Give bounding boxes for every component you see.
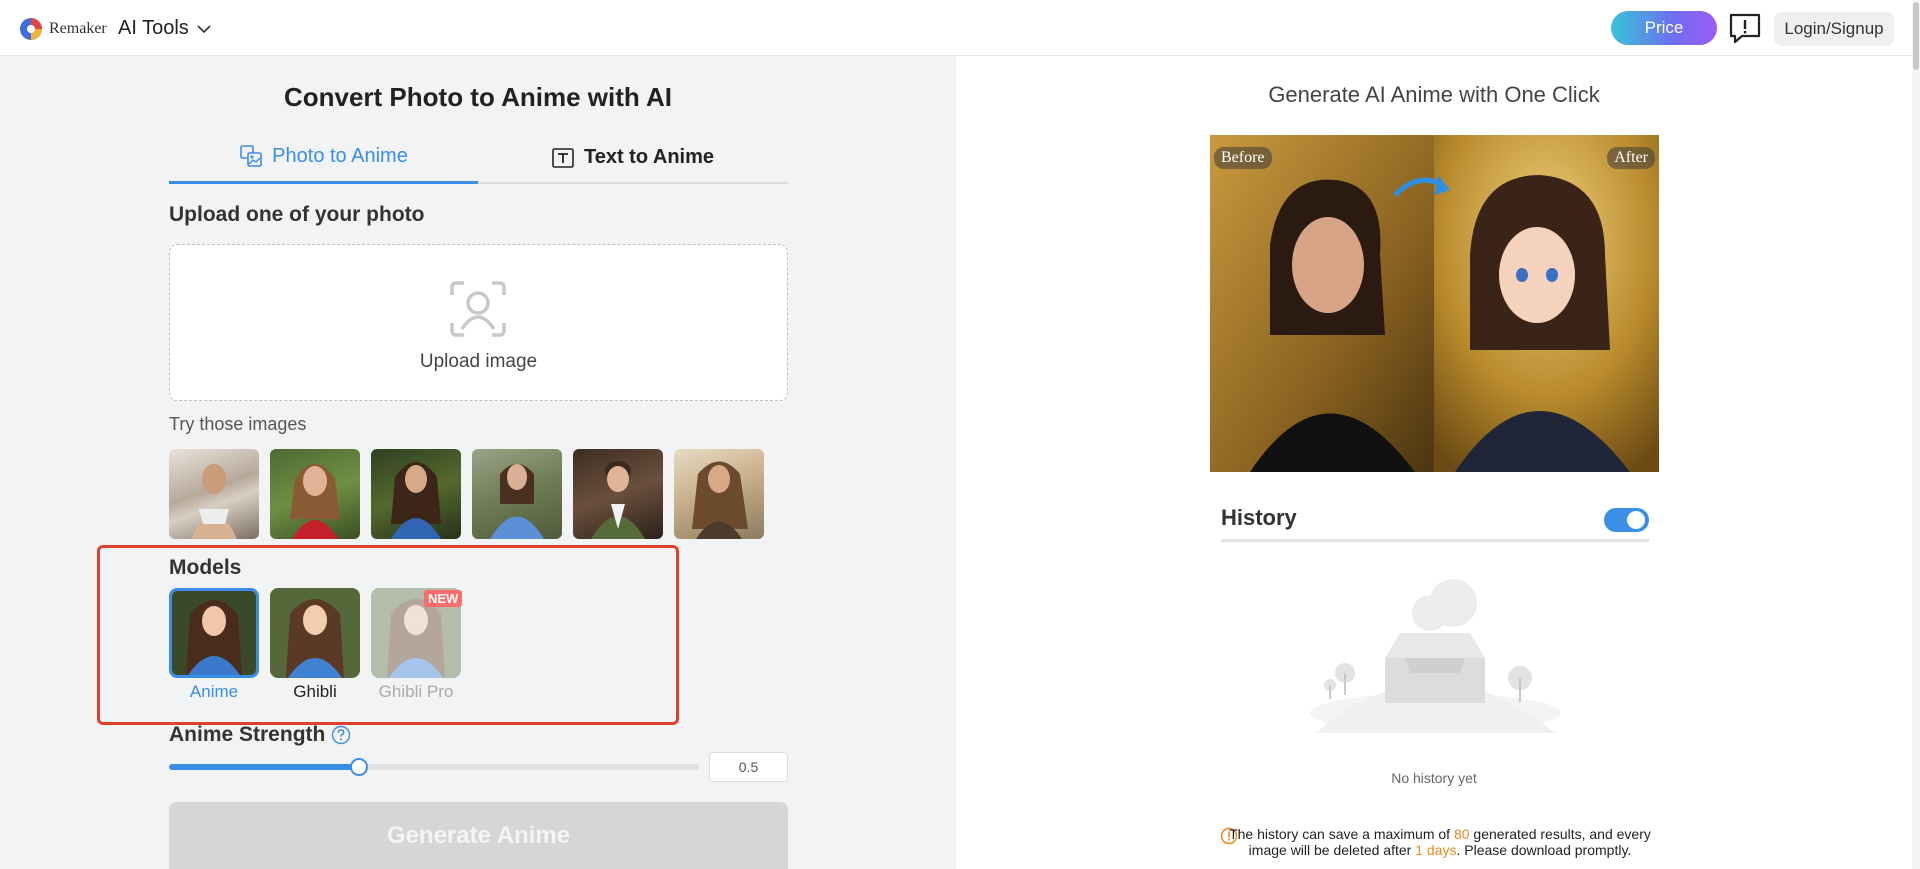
model-anime-thumbnail — [172, 591, 256, 675]
new-badge: NEW — [424, 590, 463, 607]
brand-name[interactable]: Remaker — [49, 20, 107, 38]
face-scan-icon — [450, 281, 506, 337]
chevron-down-icon — [197, 24, 211, 33]
note-days-value: 1 days — [1415, 842, 1457, 858]
sample-person-icon — [191, 464, 237, 539]
note-max-value: 80 — [1453, 826, 1470, 842]
sample-image-4[interactable] — [472, 449, 562, 539]
note-part3: . Please download promptly. — [1456, 842, 1632, 858]
ai-tools-menu[interactable]: AI Tools — [118, 17, 211, 40]
model-ghibli-pro-label: Ghibli Pro — [378, 682, 454, 701]
upload-section-label: Upload one of your photo — [169, 203, 425, 226]
remaker-logo-icon[interactable] — [19, 17, 43, 41]
before-after-image — [1210, 135, 1659, 472]
try-images-label: Try those images — [169, 414, 307, 434]
login-signup-button[interactable]: Login/Signup — [1774, 12, 1894, 46]
help-question-icon[interactable] — [331, 725, 351, 745]
slider-fill — [169, 764, 359, 770]
sample-image-3[interactable] — [371, 449, 461, 539]
note-part1: The history can save a maximum of — [1229, 826, 1454, 842]
no-history-text: No history yet — [1391, 770, 1477, 786]
anime-strength-slider[interactable] — [169, 758, 699, 776]
page-scrollbar[interactable] — [1912, 0, 1920, 869]
sample-person-icon — [591, 461, 645, 539]
demo-title: Generate AI Anime with One Click — [1268, 82, 1600, 107]
history-limit-note: The history can save a maximum of 80 gen… — [1220, 826, 1660, 858]
anime-strength-input[interactable] — [709, 752, 788, 782]
mode-tabs: Photo to Anime Text to Anime — [169, 131, 788, 184]
history-toggle[interactable] — [1604, 508, 1649, 532]
empty-box-illustration — [1310, 579, 1560, 733]
sample-person-icon — [692, 461, 748, 539]
anime-strength-label: Anime Strength — [169, 723, 351, 747]
history-divider — [1221, 539, 1649, 542]
model-anime-label: Anime — [189, 682, 239, 701]
photo-convert-icon — [240, 145, 262, 167]
sample-image-6[interactable] — [674, 449, 764, 539]
top-header: Remaker AI Tools Price Login/Signup — [0, 0, 1920, 56]
tab-text-to-anime-label: Text to Anime — [583, 146, 714, 168]
scrollbar-thumb[interactable] — [1913, 2, 1919, 70]
before-label: Before — [1214, 147, 1272, 169]
anime-strength-text: Anime Strength — [169, 723, 326, 746]
sample-image-5[interactable] — [573, 449, 663, 539]
after-label: After — [1607, 147, 1655, 169]
sample-person-icon — [290, 464, 340, 539]
models-label: Models — [169, 556, 242, 579]
upload-image-text: Upload image — [419, 351, 538, 372]
sample-person-icon — [490, 464, 544, 539]
feedback-icon[interactable] — [1728, 12, 1762, 44]
ai-tools-label: AI Tools — [118, 17, 189, 39]
model-anime[interactable] — [169, 588, 259, 678]
toggle-knob — [1627, 511, 1645, 529]
sample-image-1[interactable] — [169, 449, 259, 539]
model-ghibli-thumbnail — [270, 588, 360, 678]
slider-thumb[interactable] — [350, 758, 368, 776]
sample-person-icon — [391, 462, 441, 539]
tab-photo-to-anime-label: Photo to Anime — [272, 144, 408, 167]
text-box-icon — [552, 147, 574, 168]
price-button[interactable]: Price — [1611, 11, 1717, 45]
before-after-demo: Before After — [1210, 135, 1659, 472]
tab-text-to-anime[interactable]: Text to Anime — [478, 131, 787, 184]
generate-anime-button[interactable]: Generate Anime — [169, 802, 788, 869]
upload-dropzone[interactable]: Upload image — [169, 244, 788, 401]
model-ghibli-label: Ghibli — [293, 682, 337, 701]
model-ghibli[interactable] — [270, 588, 360, 678]
history-title: History — [1221, 505, 1297, 530]
page-title: Convert Photo to Anime with AI — [283, 82, 673, 112]
sample-image-2[interactable] — [270, 449, 360, 539]
tab-photo-to-anime[interactable]: Photo to Anime — [169, 131, 478, 184]
